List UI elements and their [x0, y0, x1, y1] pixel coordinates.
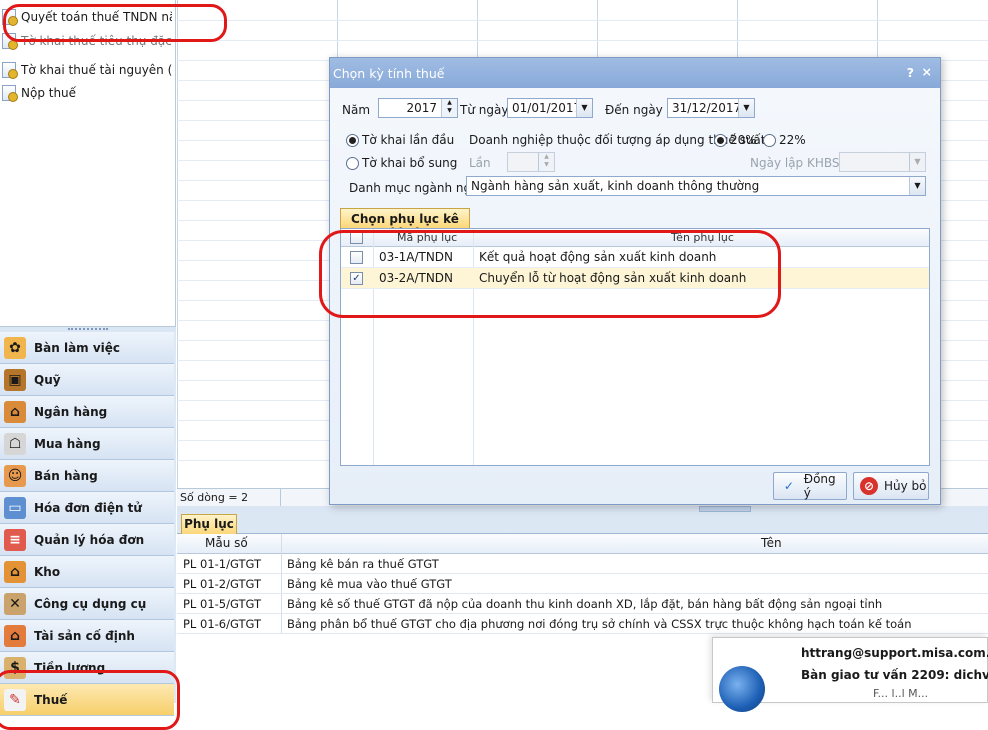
rate-20-label: 20% [730, 133, 757, 147]
dialog-body: Năm 2017 ▲ ▼ Từ ngày 01/01/2017 ▼ Đến ngà… [330, 88, 940, 504]
times-stepper: ▲ ▼ [507, 152, 555, 172]
cart-icon: ☖ [4, 432, 26, 455]
to-date-label: Đến ngày [605, 103, 663, 117]
list-item[interactable]: Quyết toán thuế TNDN nă... [2, 6, 172, 28]
dropdown-arrow-icon: ▼ [909, 153, 925, 171]
nav-item-purchase[interactable]: ☖ Mua hàng [0, 428, 174, 460]
column-header-code: Mẫu số [205, 536, 248, 550]
nav-item-tools[interactable]: ✕ Công cụ dụng cụ [0, 588, 174, 620]
monitor-icon: ▭ [4, 496, 26, 519]
nav-item-assets[interactable]: ⌂ Tài sản cố định [0, 620, 174, 652]
column-header-name: Tên phụ lục [671, 231, 734, 244]
dialog-title: Chọn kỳ tính thuế [333, 66, 445, 81]
to-date-picker[interactable]: 31/12/2017 ▼ [667, 98, 755, 118]
appendix-grid: Mã phụ lục Tên phụ lục 03-1A/TNDN Kết qu… [340, 228, 930, 466]
nav-item-invoice-mgmt[interactable]: ≡ Quản lý hóa đơn [0, 524, 174, 556]
row-checkbox[interactable] [350, 251, 363, 264]
sales-icon: ☺ [4, 464, 26, 487]
khbs-date-label: Ngày lập KHBS [750, 156, 840, 170]
nav-item-desk[interactable]: ✿ Bàn làm việc [0, 332, 174, 364]
select-all-checkbox[interactable] [350, 231, 363, 244]
stepper-arrows-icon: ▲ ▼ [538, 153, 554, 171]
invoice-icon: ≡ [4, 528, 26, 551]
rate-20-radio[interactable] [714, 134, 727, 147]
list-item[interactable]: Tờ khai thuế tiêu thụ đặc b... [2, 30, 172, 52]
nav-item-sales[interactable]: ☺ Bán hàng [0, 460, 174, 492]
tab-appendix[interactable]: Phụ lục [181, 514, 237, 534]
list-item[interactable]: Nộp thuế [2, 82, 172, 104]
notification-sender: httrang@support.misa.com.vn [801, 646, 988, 660]
column-header-code: Mã phụ lục [397, 231, 458, 244]
nav-item-tax[interactable]: ✎ Thuế [0, 684, 174, 716]
times-label: Lần [469, 156, 491, 170]
nav-item-e-invoice[interactable]: ▭ Hóa đơn điện tử [0, 492, 174, 524]
tools-icon: ✕ [4, 592, 26, 615]
help-icon[interactable]: ? [907, 65, 914, 80]
table-row[interactable]: 03-1A/TNDN Kết quả hoạt động sản xuất ki… [341, 247, 929, 268]
ok-button[interactable]: ✓ Đồng ý [773, 472, 847, 500]
row-checkbox-checked[interactable]: ✓ [350, 272, 363, 285]
safe-icon: ▣ [4, 368, 26, 391]
table-row[interactable]: PL 01-5/GTGT Bảng kê số thuế GTGT đã nộp … [177, 594, 988, 614]
nav-item-bank[interactable]: ⌂ Ngân hàng [0, 396, 174, 428]
document-icon [2, 33, 18, 50]
table-row[interactable]: PL 01-6/GTGT Bảng phân bổ thuế GTGT cho đ… [177, 614, 988, 634]
year-stepper[interactable]: 2017 ▲ ▼ [378, 98, 458, 118]
notification-preview: F... l..l M... [873, 687, 929, 700]
year-label: Năm [342, 103, 371, 117]
tab-strip: Phụ lục [177, 512, 988, 534]
table-row[interactable]: PL 01-2/GTGT Bảng kê mua vào thuế GTGT [177, 574, 988, 594]
from-date-label: Từ ngày [460, 103, 509, 117]
list-item[interactable]: Tờ khai thuế tài nguyên (01... [2, 59, 172, 81]
supplementary-declaration-label: Tờ khai bổ sung [362, 156, 458, 170]
desk-icon: ✿ [4, 336, 26, 359]
dropdown-arrow-icon[interactable]: ▼ [738, 99, 754, 117]
email-notification[interactable]: httrang@support.misa.com.vn Bàn giao tư … [712, 637, 988, 712]
dialog-title-bar[interactable]: Chọn kỳ tính thuế ? × [330, 58, 940, 88]
tax-icon: ✎ [4, 688, 26, 711]
industry-select[interactable]: Ngành hàng sản xuất, kinh doanh thông th… [466, 176, 926, 196]
table-row[interactable]: PL 01-1/GTGT Bảng kê bán ra thuế GTGT [177, 554, 988, 574]
first-declaration-label: Tờ khai lần đầu [362, 133, 455, 147]
rate-22-label: 22% [779, 133, 806, 147]
document-icon [2, 62, 18, 79]
dropdown-arrow-icon[interactable]: ▼ [576, 99, 592, 117]
stepper-arrows-icon[interactable]: ▲ ▼ [441, 99, 457, 117]
from-date-picker[interactable]: 01/01/2017 ▼ [507, 98, 593, 118]
nav-item-payroll[interactable]: $ Tiền lương [0, 652, 174, 684]
document-icon [2, 9, 18, 26]
warehouse-icon: ⌂ [4, 560, 26, 583]
table-row[interactable]: ✓ 03-2A/TNDN Chuyển lỗ từ hoạt động sản … [341, 268, 929, 289]
mail-app-icon [719, 666, 765, 712]
notification-subject: Bàn giao tư vấn 2209: dichvuketoa [801, 668, 988, 682]
dropdown-arrow-icon[interactable]: ▼ [909, 177, 925, 195]
close-icon[interactable]: × [922, 64, 932, 79]
declaration-list: Quyết toán thuế TNDN nă... Tờ khai thuế … [0, 0, 176, 326]
nav-item-stock[interactable]: ⌂ Kho [0, 556, 174, 588]
rate-22-radio[interactable] [763, 134, 776, 147]
module-nav: ✿ Bàn làm việc ▣ Quỹ ⌂ Ngân hàng ☖ Mua hàng … [0, 332, 176, 716]
column-header-name: Tên [761, 536, 782, 550]
cancel-icon: ⊘ [860, 477, 878, 495]
table-header: Mẫu số Tên [177, 534, 988, 554]
first-declaration-radio[interactable] [346, 134, 359, 147]
bank-icon: ⌂ [4, 400, 26, 423]
cancel-button[interactable]: ⊘ Hủy bỏ [853, 472, 929, 500]
check-icon: ✓ [783, 479, 794, 493]
khbs-date-picker: ▼ [839, 152, 926, 172]
document-icon [2, 85, 18, 102]
tab-select-appendix[interactable]: Chọn phụ lục kê khai [340, 208, 470, 240]
row-count: Số dòng = 2 [177, 489, 281, 506]
grid-header: Mã phụ lục Tên phụ lục [341, 229, 929, 247]
payroll-icon: $ [4, 656, 26, 679]
nav-item-cash[interactable]: ▣ Quỹ [0, 364, 174, 396]
supplementary-declaration-radio[interactable] [346, 157, 359, 170]
tax-period-dialog: Chọn kỳ tính thuế ? × Năm 2017 ▲ ▼ Từ ngà… [329, 57, 941, 505]
building-icon: ⌂ [4, 624, 26, 647]
